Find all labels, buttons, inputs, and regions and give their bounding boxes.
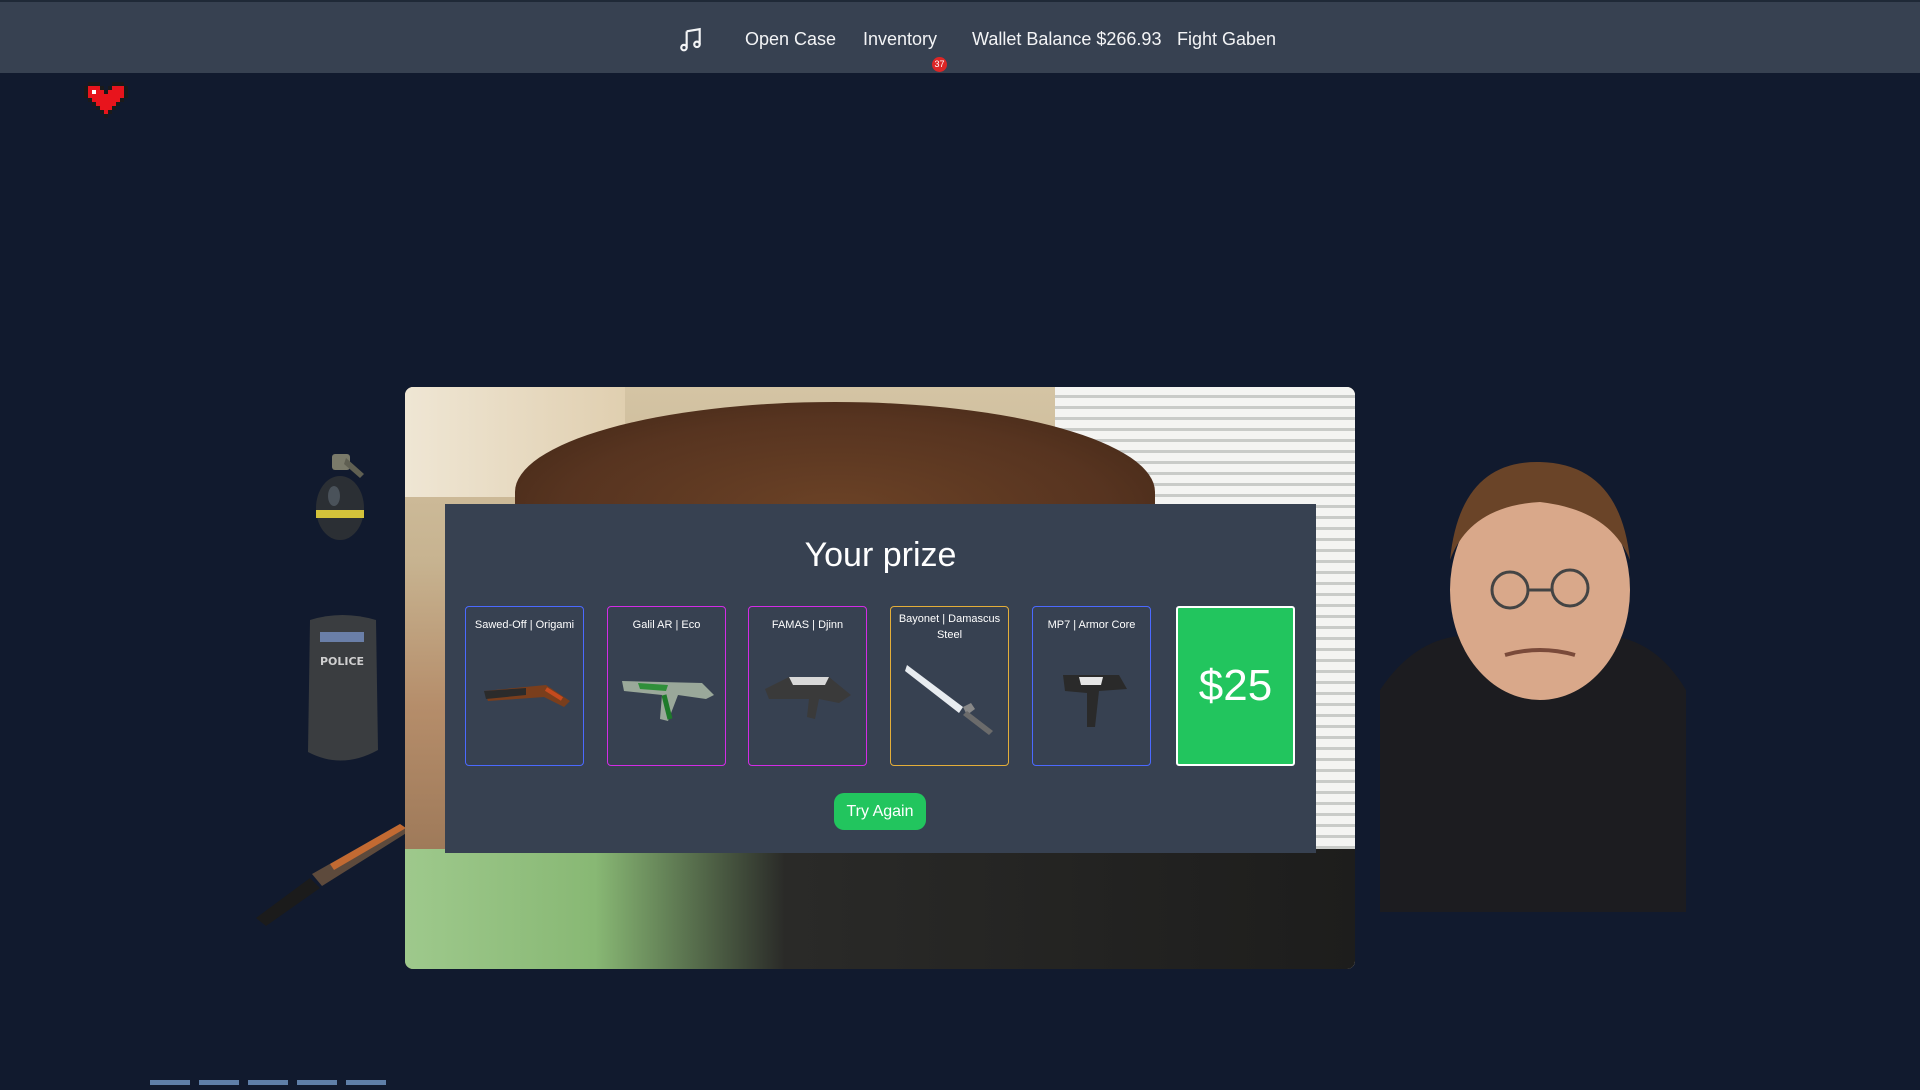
nav-fight-gaben[interactable]: Fight Gaben	[1177, 29, 1276, 50]
famas-rifle-icon	[765, 677, 851, 719]
mp7-smg-icon	[1063, 675, 1127, 727]
cash-prize-card[interactable]: $25	[1176, 606, 1295, 766]
bottom-taskbar-strip	[150, 1072, 440, 1085]
try-again-button[interactable]: Try Again	[834, 793, 926, 830]
galil-rifle-icon	[622, 681, 714, 721]
prize-card-name: FAMAS | Djinn	[771, 619, 844, 631]
sawed-off-shotgun-icon	[484, 685, 570, 707]
prize-card[interactable]: Galil AR | Eco	[607, 606, 726, 766]
inventory-count-badge: 37	[932, 57, 947, 72]
bayonet-knife-icon	[905, 665, 993, 735]
nav-inventory[interactable]: Inventory	[863, 29, 937, 50]
modal-title: Your prize	[804, 536, 957, 574]
police-shield-icon: POLICE	[308, 615, 378, 761]
top-navbar: Open Case Inventory 37 Wallet Balance $2…	[0, 0, 1920, 73]
nav-wallet-balance[interactable]: Wallet Balance $266.93	[972, 29, 1161, 50]
knife-icon	[256, 824, 408, 926]
prize-card-name: Sawed-Off | Origami	[474, 619, 575, 631]
music-note-icon[interactable]	[678, 27, 704, 53]
prize-card[interactable]: MP7 | Armor Core	[1032, 606, 1151, 766]
prize-card-name: Galil AR | Eco	[632, 619, 701, 631]
svg-text:POLICE: POLICE	[320, 655, 364, 668]
nav-open-case[interactable]: Open Case	[745, 29, 836, 50]
prize-card[interactable]: Sawed-Off | Origami	[465, 606, 584, 766]
pixel-heart-icon	[84, 82, 128, 118]
grenade-icon	[316, 454, 364, 540]
prize-card-name: MP7 | Armor Core	[1047, 619, 1136, 631]
prize-card[interactable]: Bayonet | Damascus Steel	[890, 606, 1009, 766]
prize-card-name: Bayonet | Damascus Steel	[898, 613, 1001, 641]
gaben-portrait	[1380, 440, 1686, 912]
prize-card[interactable]: FAMAS | Djinn	[748, 606, 867, 766]
prize-modal: Your prize Sawed-Off | Origami Galil AR …	[445, 504, 1316, 853]
